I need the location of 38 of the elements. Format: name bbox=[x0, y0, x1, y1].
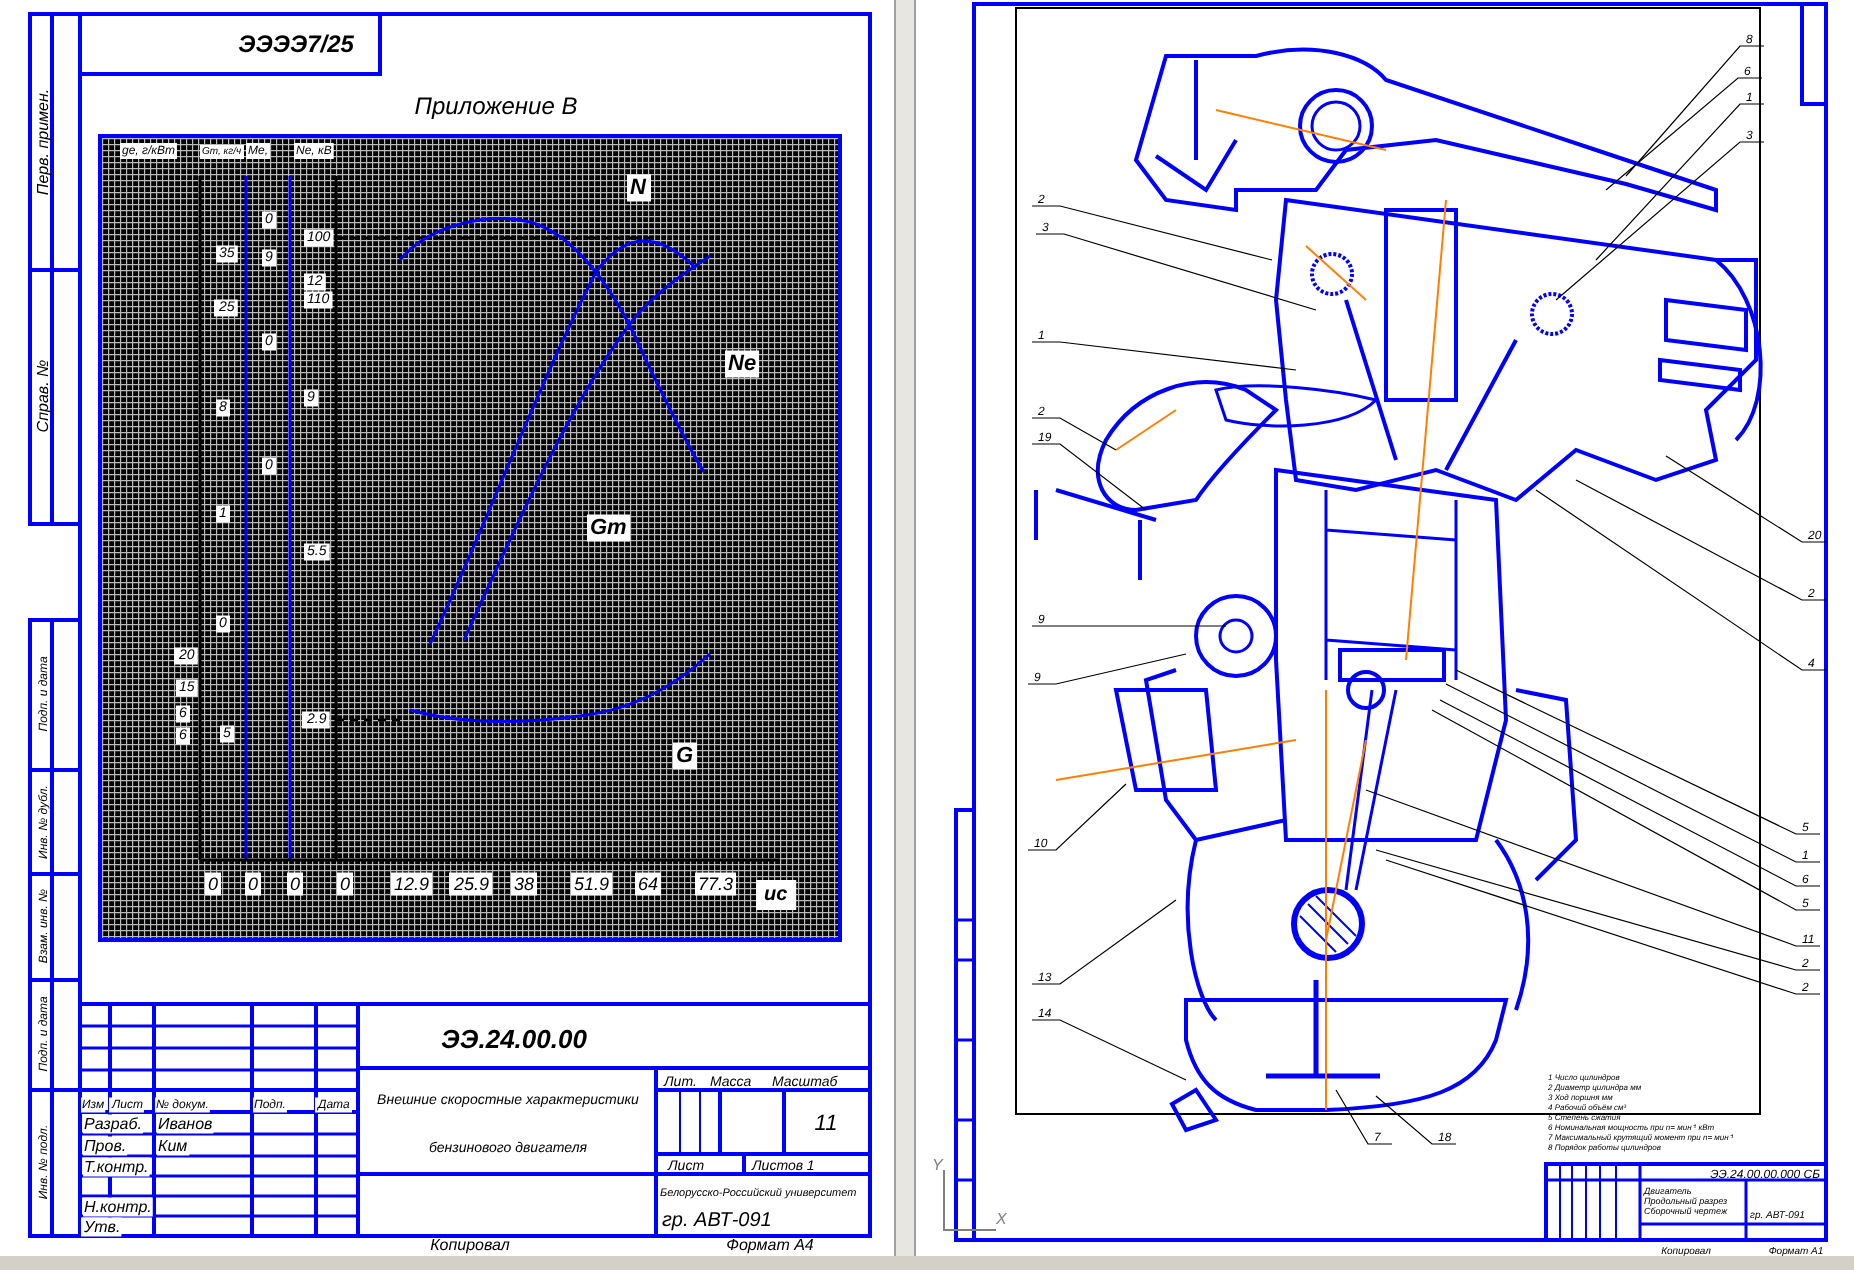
tick-label: 0 bbox=[208, 874, 219, 894]
document-code-label: ЭЭЭЭ7/25 bbox=[238, 30, 354, 58]
title-block-role: Утв. bbox=[84, 1218, 121, 1236]
curve-label: G bbox=[676, 744, 694, 768]
title-block-name: Иванов bbox=[158, 1115, 213, 1133]
tick-label: 0 bbox=[340, 874, 351, 894]
title-block-role: Н.контр. bbox=[84, 1198, 152, 1216]
appendix-title: Приложение В bbox=[414, 92, 578, 120]
tick-label: 0 bbox=[248, 874, 259, 894]
leader-line bbox=[1335, 1089, 1393, 1145]
tick-label: 0 bbox=[290, 874, 301, 894]
curve-label: Gт bbox=[590, 516, 627, 540]
ucs-icon bbox=[943, 1169, 997, 1231]
curve-label: N bbox=[630, 176, 646, 200]
side-column-label: Перв. примен. bbox=[34, 88, 53, 196]
title-block-role: Т.контр. bbox=[84, 1158, 149, 1176]
axis-label: Y bbox=[932, 1156, 943, 1174]
vertical-scrollbar[interactable] bbox=[894, 0, 916, 1256]
leader-line bbox=[1027, 783, 1127, 851]
tick-label: 77.3 bbox=[698, 874, 734, 894]
tick-label: 64 bbox=[638, 874, 659, 894]
curve-label: Ne bbox=[728, 352, 757, 376]
title-block-role: Пров. bbox=[84, 1137, 127, 1155]
title-block-role: Разраб. bbox=[84, 1115, 142, 1133]
tick-label: 51.9 bbox=[574, 874, 610, 894]
scale-value: 11 bbox=[814, 1112, 838, 1136]
leader-line bbox=[1375, 1095, 1457, 1145]
footer-label: Копировал bbox=[430, 1236, 510, 1254]
tick-label: 12.9 bbox=[394, 874, 430, 894]
axis-unit-label: ис bbox=[764, 884, 788, 906]
footer-label: Формат А4 bbox=[726, 1236, 814, 1254]
title-block-name: Ким bbox=[158, 1137, 188, 1155]
side-column-label: Справ. № bbox=[34, 359, 53, 433]
tick-label: 38 bbox=[514, 874, 535, 894]
tick-label: 25.9 bbox=[454, 874, 490, 894]
group-number: гр. АВТ-091 bbox=[662, 1210, 772, 1232]
drawing-designation: ЭЭ.24.00.00 bbox=[441, 1024, 587, 1054]
axis-label: X bbox=[996, 1210, 1007, 1228]
